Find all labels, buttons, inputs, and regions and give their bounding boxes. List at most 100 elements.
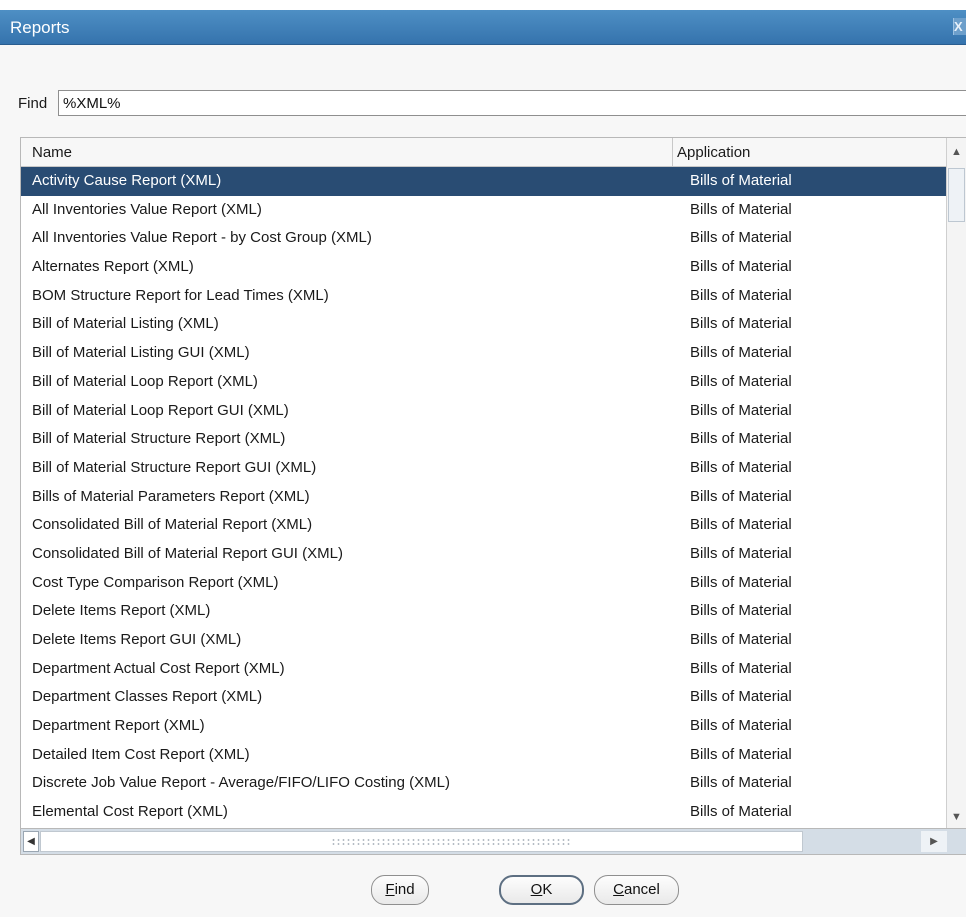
application-cell: Bills of Material [690, 286, 792, 304]
find-input[interactable] [58, 90, 966, 116]
report-name-cell: Bill of Material Listing (XML) [32, 315, 219, 333]
report-name-cell: Activity Cause Report (XML) [32, 172, 222, 189]
reports-table: Name Application Activity Cause Report (… [20, 137, 966, 855]
find-button[interactable]: Find [371, 875, 429, 905]
report-name-cell: Bill of Material Structure Report GUI (X… [32, 458, 317, 476]
report-name-cell: All Inventories Value Report - by Cost G… [32, 229, 372, 247]
application-cell: Bills of Material [690, 372, 792, 390]
report-name-cell: Consolidated Bill of Material Report GUI… [32, 544, 343, 562]
cancel-button-label: ancel [623, 881, 660, 898]
application-cell: Bills of Material [690, 229, 792, 247]
table-row[interactable]: Bill of Material Structure Report (XML) B… [21, 425, 947, 454]
ok-button-label: K [542, 881, 553, 898]
application-cell: Bills of Material [690, 717, 792, 735]
report-name-cell: Bill of Material Structure Report (XML) [32, 430, 286, 448]
table-row[interactable]: Bill of Material Loop Report GUI (XML) Bi… [21, 397, 947, 426]
application-cell: Bills of Material [690, 458, 792, 476]
table-row[interactable]: All Inventories Value Report (XML) Bills … [21, 196, 947, 225]
table-row[interactable]: Department Report (XML) Bills of Material [21, 712, 947, 741]
application-cell: Bills of Material [690, 803, 792, 821]
table-row[interactable]: Department Actual Cost Report (XML) Bills… [21, 655, 947, 684]
reports-dialog: Reports X Find Name Application Activity… [0, 0, 966, 917]
horizontal-scroll-thumb[interactable] [40, 831, 803, 852]
scroll-up-icon[interactable]: ▲ [947, 138, 966, 166]
table-row[interactable]: Activity Cause Report (XML) Bills of Mate… [21, 167, 947, 196]
table-row[interactable]: BOM Structure Report for Lead Times (XML… [21, 282, 947, 311]
table-row[interactable]: All Inventories Value Report - by Cost G… [21, 224, 947, 253]
application-cell: Bills of Material [690, 401, 792, 419]
table-row[interactable]: Delete Items Report (XML) Bills of Materi… [21, 597, 947, 626]
report-name-cell: All Inventories Value Report (XML) [32, 200, 262, 218]
table-row[interactable]: Bills of Material Parameters Report (XML… [21, 483, 947, 512]
column-header-name[interactable]: Name [32, 144, 72, 161]
application-cell: Bills of Material [690, 487, 792, 505]
application-cell: Bills of Material [690, 659, 792, 677]
scroll-grip-icon [331, 838, 571, 846]
top-strip [0, 0, 966, 10]
application-cell: Bills of Material [690, 774, 792, 792]
ok-mnemonic: O [530, 881, 543, 898]
table-row[interactable]: Bill of Material Loop Report (XML) Bills … [21, 368, 947, 397]
report-name-cell: Delete Items Report GUI (XML) [32, 631, 242, 648]
application-cell: Bills of Material [690, 258, 792, 276]
application-cell: Bills of Material [690, 602, 792, 620]
table-row[interactable]: Bill of Material Structure Report GUI (X… [21, 454, 947, 483]
application-cell: Bills of Material [690, 344, 792, 362]
table-row[interactable]: Cost Type Comparison Report (XML) Bills o… [21, 569, 947, 598]
dialog-title: Reports [10, 18, 70, 37]
vertical-scrollbar[interactable]: ▲ ▼ [946, 138, 966, 828]
application-cell: Bills of Material [690, 631, 792, 648]
table-row[interactable]: Elemental Cost Report (XML) Bills of Mate… [21, 798, 947, 827]
report-name-cell: Bill of Material Loop Report (XML) [32, 372, 258, 390]
report-name-cell: Consolidated Bill of Material Report (XM… [32, 516, 313, 534]
application-cell: Bills of Material [690, 745, 792, 763]
table-header: Name Application [21, 138, 947, 167]
scroll-right-icon[interactable]: ▶ [921, 831, 947, 852]
ok-button[interactable]: OK [499, 875, 584, 905]
report-name-cell: Bills of Material Parameters Report (XML… [32, 487, 310, 505]
find-mnemonic: F [385, 881, 395, 898]
column-divider[interactable] [672, 138, 673, 166]
application-cell: Bills of Material [690, 516, 792, 534]
report-name-cell: Cost Type Comparison Report (XML) [32, 573, 279, 591]
report-name-cell: Department Report (XML) [32, 717, 205, 735]
application-cell: Bills of Material [690, 200, 792, 218]
table-row[interactable]: Consolidated Bill of Material Report GUI… [21, 540, 947, 569]
table-row[interactable]: Consolidated Bill of Material Report (XM… [21, 511, 947, 540]
application-cell: Bills of Material [690, 430, 792, 448]
cancel-button[interactable]: Cancel [594, 875, 679, 905]
report-name-cell: Department Actual Cost Report (XML) [32, 659, 285, 677]
table-row[interactable]: Delete Items Report GUI (XML) Bills of Ma… [21, 626, 947, 655]
application-cell: Bills of Material [690, 688, 792, 706]
report-name-cell: Detailed Item Cost Report (XML) [32, 745, 250, 763]
report-name-cell: Bill of Material Listing GUI (XML) [32, 344, 250, 362]
vertical-scroll-thumb[interactable] [948, 168, 965, 222]
table-row[interactable]: Detailed Item Cost Report (XML) Bills of … [21, 741, 947, 770]
cancel-mnemonic: C [613, 881, 624, 898]
find-button-label: ind [394, 881, 415, 898]
application-cell: Bills of Material [690, 172, 792, 189]
table-row[interactable]: Discrete Job Value Report - Average/FIFO… [21, 769, 947, 798]
table-body: Activity Cause Report (XML) Bills of Mate… [21, 167, 947, 827]
report-name-cell: Alternates Report (XML) [32, 258, 194, 276]
find-label: Find [18, 95, 48, 112]
table-row[interactable]: Bill of Material Listing GUI (XML) Bills … [21, 339, 947, 368]
table-row[interactable]: Bill of Material Listing (XML) Bills of M… [21, 310, 947, 339]
table-row[interactable]: Department Classes Report (XML) Bills of … [21, 683, 947, 712]
horizontal-scrollbar[interactable]: ◀ ▶ [21, 828, 966, 854]
application-cell: Bills of Material [690, 573, 792, 591]
close-icon[interactable]: X [953, 18, 966, 35]
application-cell: Bills of Material [690, 544, 792, 562]
report-name-cell: Elemental Cost Report (XML) [32, 803, 228, 821]
report-name-cell: Delete Items Report (XML) [32, 602, 211, 620]
application-cell: Bills of Material [690, 315, 792, 333]
table-row[interactable]: Alternates Report (XML) Bills of Material [21, 253, 947, 282]
report-name-cell: BOM Structure Report for Lead Times (XML… [32, 286, 329, 304]
title-bar[interactable]: Reports X [0, 10, 966, 45]
report-name-cell: Department Classes Report (XML) [32, 688, 263, 706]
report-name-cell: Bill of Material Loop Report GUI (XML) [32, 401, 289, 419]
report-name-cell: Discrete Job Value Report - Average/FIFO… [32, 774, 450, 792]
scroll-left-icon[interactable]: ◀ [23, 831, 39, 852]
scroll-down-icon[interactable]: ▼ [947, 806, 966, 828]
column-header-application[interactable]: Application [677, 144, 750, 161]
